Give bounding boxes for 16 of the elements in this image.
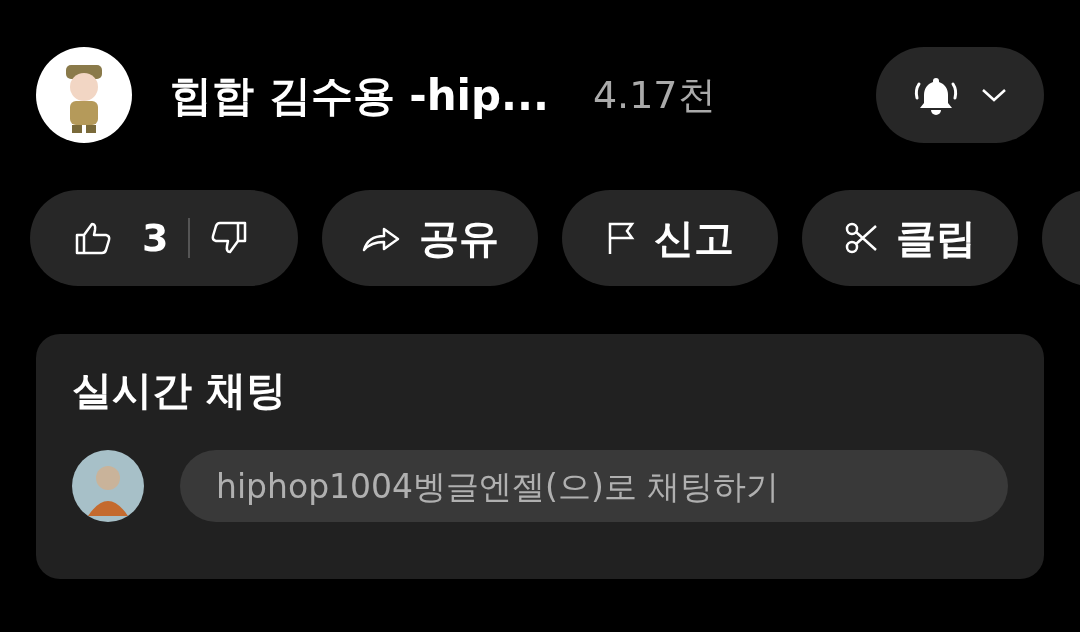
flag-icon — [606, 221, 636, 255]
share-button[interactable]: 공유 — [322, 190, 538, 286]
scissors-icon — [844, 221, 878, 255]
live-chat-title: 실시간 채팅 — [72, 366, 287, 415]
thumbs-down-icon — [210, 221, 249, 255]
report-button[interactable]: 신고 — [562, 190, 778, 286]
clip-button[interactable]: 클립 — [802, 190, 1018, 286]
chat-input-field[interactable]: hiphop1004벵글엔젤(으)로 채팅하기 — [180, 450, 1008, 522]
thumbs-up-icon — [74, 221, 112, 255]
like-button[interactable]: 3 — [74, 209, 169, 267]
chevron-down-icon — [981, 87, 1007, 103]
subscriber-count: 4.17천 — [592, 71, 716, 119]
dislike-button[interactable] — [210, 221, 249, 255]
channel-avatar[interactable] — [36, 47, 132, 143]
user-avatar — [72, 450, 144, 522]
channel-name[interactable]: 힙합 김수용 -hip... — [170, 63, 549, 127]
